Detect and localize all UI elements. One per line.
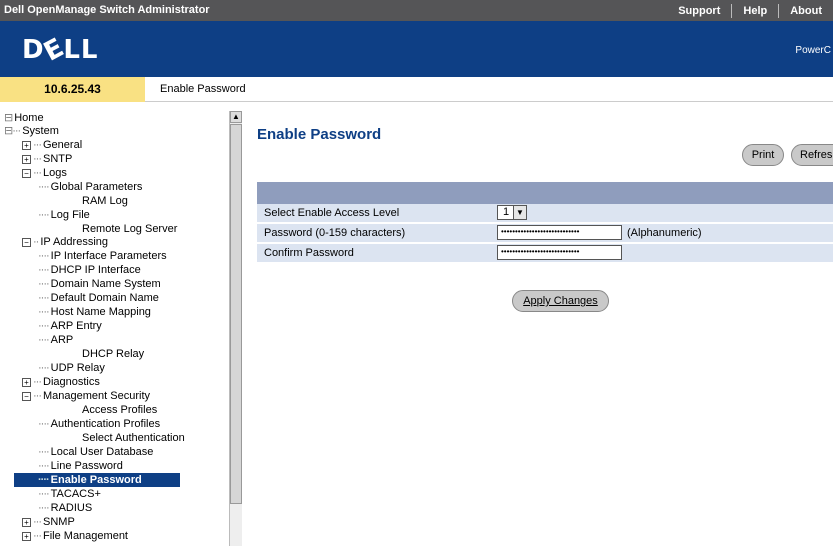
tree-item-logs[interactable]: − ··· Logs (22, 166, 67, 180)
password-field[interactable]: •••••••••••••••••••••••••••• (497, 225, 622, 240)
tree-item-arp-entry[interactable]: ···· ARP Entry (38, 319, 102, 333)
tree-item-default-domain-name[interactable]: ···· Default Domain Name (38, 291, 159, 305)
tree-item-system[interactable]: ⊟··· System (4, 124, 59, 138)
scroll-up-icon[interactable]: ▲ (230, 111, 242, 123)
confirm-password-field[interactable]: •••••••••••••••••••••••••••• (497, 245, 622, 260)
about-link[interactable]: About (778, 3, 833, 18)
apply-changes-button[interactable]: Apply Changes (512, 290, 609, 312)
tree-item-management-security[interactable]: − ··· Management Security (22, 389, 150, 403)
tree-item-file-management[interactable]: + ··· File Management (22, 529, 128, 543)
top-links: Support Help About (667, 0, 833, 21)
ip-bar: 10.6.25.43 Enable Password (0, 77, 833, 102)
tree-item-sntp[interactable]: + ··· SNTP (22, 152, 72, 166)
tree-item-udp-relay[interactable]: ···· UDP Relay (38, 361, 105, 375)
breadcrumb: Enable Password (160, 83, 246, 95)
refresh-button[interactable]: Refresh (791, 144, 833, 166)
tree-item-general[interactable]: + ··· General (22, 138, 82, 152)
enable-password-form: Select Enable Access Level 1 ▼ Password … (257, 182, 833, 266)
tree-item-dhcp-ip-interface[interactable]: ···· DHCP IP Interface (38, 263, 141, 277)
tree-item-global-parameters[interactable]: ···· Global Parameters (38, 180, 142, 194)
tree-item-radius[interactable]: ···· RADIUS (38, 501, 92, 515)
app-title: Dell OpenManage Switch Administrator (4, 4, 210, 16)
tree-item-dhcp-relay[interactable]: DHCP Relay (82, 347, 144, 361)
expand-icon[interactable]: + (22, 377, 31, 387)
expand-icon[interactable]: + (22, 517, 31, 527)
tree-item-host-name-mapping[interactable]: ···· Host Name Mapping (38, 305, 151, 319)
tree-item-ram-log[interactable]: RAM Log (82, 194, 128, 208)
tree-item-access-profiles[interactable]: Access Profiles (82, 403, 157, 417)
chevron-down-icon[interactable]: ▼ (513, 206, 526, 219)
tree-item-snmp[interactable]: + ··· SNMP (22, 515, 75, 529)
tree-item-ip-interface-parameters[interactable]: ···· IP Interface Parameters (38, 249, 167, 263)
access-level-select[interactable]: 1 ▼ (497, 205, 527, 220)
support-link[interactable]: Support (667, 4, 731, 18)
password-label: Password (0-159 characters) (264, 227, 406, 239)
tree-item-diagnostics[interactable]: + ··· Diagnostics (22, 375, 100, 389)
tree-item-line-password[interactable]: ···· Line Password (38, 459, 123, 473)
top-bar: Dell OpenManage Switch Administrator Sup… (0, 0, 833, 21)
brand-right-text: PowerC (795, 45, 831, 56)
tree-item-local-user-database[interactable]: ···· Local User Database (38, 445, 153, 459)
expand-icon[interactable]: + (22, 154, 31, 164)
collapse-icon[interactable]: − (22, 168, 31, 178)
print-button[interactable]: Print (742, 144, 784, 166)
access-level-row: Select Enable Access Level 1 ▼ (257, 204, 833, 222)
folder-icon: ⊟ (4, 112, 13, 124)
expand-icon[interactable]: + (22, 531, 31, 541)
tree-item-log-file[interactable]: ···· Log File (38, 208, 90, 222)
scroll-thumb[interactable] (230, 124, 242, 504)
tree-item-select-authentication[interactable]: Select Authentication (82, 431, 185, 445)
tree-item-authentication-profiles[interactable]: ···· Authentication Profiles (38, 417, 160, 431)
help-link[interactable]: Help (731, 3, 778, 18)
dell-logo: DELL (22, 32, 99, 68)
confirm-password-label: Confirm Password (264, 247, 354, 259)
tree-item-remote-log-server[interactable]: Remote Log Server (82, 222, 177, 236)
expand-icon[interactable]: + (22, 140, 31, 150)
tree-item-home[interactable]: ⊟ Home (4, 111, 44, 125)
page-title: Enable Password (257, 126, 382, 143)
collapse-icon[interactable]: − (22, 391, 31, 401)
collapse-icon[interactable]: − (22, 237, 31, 247)
tree-item-tacacs[interactable]: ···· TACACS+ (38, 487, 101, 501)
password-hint: (Alphanumeric) (627, 227, 702, 239)
tree-scrollbar[interactable]: ▲ (229, 111, 242, 546)
confirm-password-row: Confirm Password •••••••••••••••••••••••… (257, 244, 833, 262)
form-header (257, 182, 833, 204)
tree-item-domain-name-system[interactable]: ···· Domain Name System (38, 277, 161, 291)
navigation-tree: ⊟ Home ⊟··· System + ··· General + ··· SNTP − ·… (0, 111, 228, 546)
device-ip: 10.6.25.43 (0, 77, 145, 102)
password-row: Password (0-159 characters) ••••••••••••… (257, 224, 833, 242)
main-content: Enable Password Print Refresh Select Ena… (242, 103, 833, 546)
tree-item-enable-password[interactable]: ···· Enable Password (14, 473, 180, 487)
brand-bar: DELL PowerC (0, 21, 833, 77)
access-level-label: Select Enable Access Level (264, 207, 400, 219)
tree-item-ip-addressing[interactable]: − ·· IP Addressing (22, 235, 108, 249)
tree-item-arp[interactable]: ···· ARP (38, 333, 73, 347)
